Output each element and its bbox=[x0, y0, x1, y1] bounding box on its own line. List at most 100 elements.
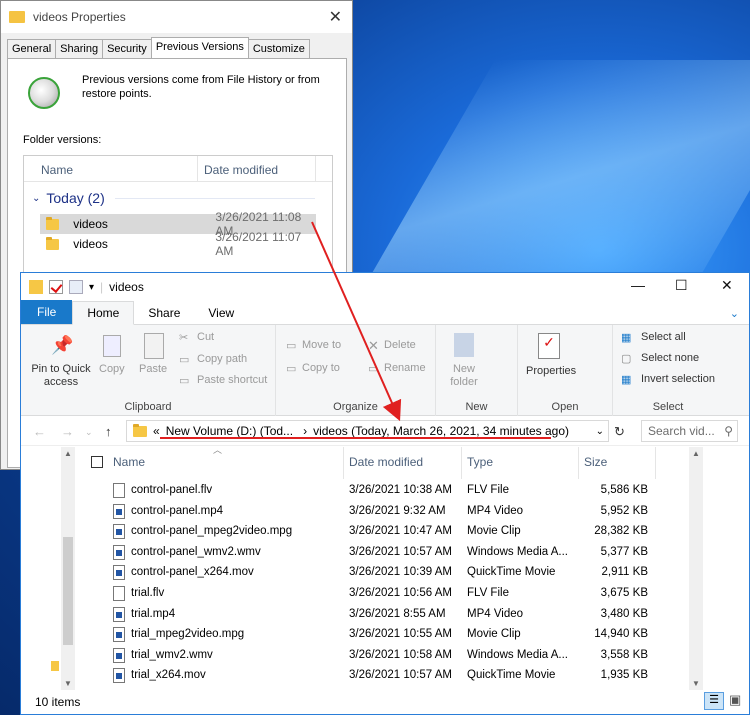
file-size: 1,935 KB bbox=[600, 669, 648, 682]
properties-close-button[interactable]: ✕ bbox=[329, 7, 342, 27]
copy-to-button[interactable]: Copy to bbox=[302, 362, 340, 374]
status-bar: 10 items ☰ ▣ bbox=[21, 690, 749, 714]
new-folder-button[interactable]: New folder bbox=[446, 363, 482, 389]
tab-general[interactable]: General bbox=[7, 39, 57, 59]
tab-customize[interactable]: Customize bbox=[247, 39, 310, 59]
search-input[interactable]: Search vid... ⚲ bbox=[641, 420, 738, 442]
file-row[interactable]: control-panel_mpeg2video.mpg 3/26/2021 10… bbox=[83, 522, 687, 542]
address-bar[interactable]: « New Volume (D:) (Tod... › videos (Toda… bbox=[126, 420, 609, 442]
cut-icon: ✂ bbox=[179, 332, 189, 344]
invert-selection-button[interactable]: Invert selection bbox=[641, 373, 715, 385]
tab-file[interactable]: File bbox=[21, 300, 73, 324]
scroll-up-icon[interactable]: ▲ bbox=[692, 449, 700, 458]
file-icon bbox=[113, 483, 125, 498]
copy-button[interactable]: Copy bbox=[99, 363, 125, 375]
file-size: 5,377 KB bbox=[600, 545, 648, 558]
tab-home[interactable]: Home bbox=[72, 301, 135, 325]
file-type: Windows Media A... bbox=[467, 648, 568, 661]
delete-button[interactable]: Delete bbox=[384, 339, 416, 351]
chevron-down-icon[interactable]: ⌄ bbox=[596, 426, 604, 437]
file-row[interactable]: control-panel.flv 3/26/2021 10:38 AM FLV F… bbox=[83, 481, 687, 501]
scroll-up-icon[interactable]: ▲ bbox=[64, 449, 72, 458]
minimize-button[interactable]: — bbox=[631, 277, 645, 293]
clipboard-group: 📌 Pin to Quick access Copy Paste ✂ Cut ▭… bbox=[21, 325, 276, 416]
select-label: Select bbox=[652, 401, 684, 413]
file-row[interactable]: control-panel.mp4 3/26/2021 9:32 AM MP4 Vi… bbox=[83, 502, 687, 522]
tab-security[interactable]: Security bbox=[102, 39, 152, 59]
tab-share[interactable]: Share bbox=[134, 302, 194, 324]
close-button[interactable]: ✕ bbox=[721, 277, 733, 294]
select-group: ▦ Select all ▢ Select none ▦ Invert sele… bbox=[613, 325, 723, 416]
select-all-checkbox[interactable] bbox=[91, 456, 103, 468]
col-name[interactable]: Name bbox=[113, 455, 145, 469]
properties-quick-icon[interactable] bbox=[49, 280, 63, 294]
file-name: control-panel_wmv2.wmv bbox=[131, 545, 261, 558]
item-count: 10 items bbox=[35, 695, 81, 709]
pin-quick-access-button[interactable]: Pin to Quick access bbox=[27, 363, 95, 389]
versions-col-date[interactable]: Date modified bbox=[204, 163, 278, 177]
scrollbar-thumb[interactable] bbox=[63, 537, 73, 645]
paste-button[interactable]: Paste bbox=[139, 363, 167, 375]
col-type[interactable]: Type bbox=[467, 455, 493, 469]
breadcrumb-current[interactable]: videos (Today, March 26, 2021, 34 minute… bbox=[313, 424, 569, 438]
group-label: Today (2) bbox=[46, 190, 105, 206]
navigation-pane-scrollbar[interactable]: ▲ ▼ bbox=[61, 447, 75, 690]
copy-icon bbox=[103, 335, 121, 357]
file-row[interactable]: trial.mp4 3/26/2021 8:55 AM MP4 Video 3,480… bbox=[83, 605, 687, 625]
move-to-button[interactable]: Move to bbox=[302, 339, 341, 351]
breadcrumb-drive[interactable]: New Volume (D:) (Tod... bbox=[166, 424, 293, 438]
file-row[interactable]: trial_wmv2.wmv 3/26/2021 10:58 AM Windows … bbox=[83, 646, 687, 666]
up-arrow-icon[interactable]: ↑ bbox=[105, 424, 112, 439]
file-name: trial.flv bbox=[131, 587, 165, 599]
move-to-icon: ▭ bbox=[286, 340, 297, 352]
select-all-button[interactable]: Select all bbox=[641, 331, 686, 343]
file-row[interactable]: trial_mpeg2video.mpg 3/26/2021 10:55 AM Mo… bbox=[83, 625, 687, 645]
col-size[interactable]: Size bbox=[584, 455, 607, 469]
tab-previous-versions[interactable]: Previous Versions bbox=[150, 37, 249, 59]
versions-header: Name Date modified bbox=[24, 156, 332, 182]
customize-quick-access-icon[interactable]: ▾ bbox=[89, 282, 94, 293]
refresh-icon[interactable]: ↻ bbox=[614, 424, 625, 440]
file-row[interactable]: trial_x264.mov 3/26/2021 10:57 AM QuickTim… bbox=[83, 666, 687, 686]
maximize-button[interactable]: ☐ bbox=[675, 277, 688, 294]
recent-chevron-icon[interactable]: ⌄ bbox=[85, 427, 93, 438]
ribbon-expand-icon[interactable]: ⌄ bbox=[720, 303, 749, 324]
address-bar-row: ← → ⌄ ↑ « New Volume (D:) (Tod... › vide… bbox=[21, 416, 749, 446]
file-row[interactable]: control-panel_wmv2.wmv 3/26/2021 10:57 AM… bbox=[83, 543, 687, 563]
versions-col-name[interactable]: Name bbox=[41, 163, 73, 177]
tab-sharing[interactable]: Sharing bbox=[55, 39, 104, 59]
file-type: FLV File bbox=[467, 587, 509, 599]
select-none-button[interactable]: Select none bbox=[641, 352, 699, 364]
address-overflow[interactable]: « bbox=[153, 424, 160, 438]
scroll-down-icon[interactable]: ▼ bbox=[64, 679, 72, 688]
large-icons-view-icon[interactable]: ▣ bbox=[729, 692, 741, 708]
versions-group-today[interactable]: ⌄ Today (2) bbox=[32, 190, 315, 206]
file-list-header: ︿ Name Date modified Type Size bbox=[83, 445, 687, 479]
col-date-modified[interactable]: Date modified bbox=[349, 455, 423, 469]
copy-path-button[interactable]: Copy path bbox=[197, 353, 247, 365]
cut-button[interactable]: Cut bbox=[197, 331, 214, 343]
scroll-down-icon[interactable]: ▼ bbox=[692, 679, 700, 688]
tab-view[interactable]: View bbox=[194, 302, 248, 324]
paste-shortcut-button[interactable]: Paste shortcut bbox=[197, 374, 267, 386]
properties-icon: ✓ bbox=[538, 333, 560, 359]
new-label: New bbox=[465, 401, 488, 413]
video-file-icon bbox=[113, 503, 125, 519]
version-row[interactable]: videos 3/26/2021 11:07 AM bbox=[40, 230, 316, 258]
folder-versions-label: Folder versions: bbox=[23, 134, 102, 146]
properties-titlebar: videos Properties ✕ bbox=[1, 1, 352, 33]
new-folder-quick-icon[interactable] bbox=[69, 280, 83, 294]
file-size: 3,480 KB bbox=[600, 607, 648, 620]
folder-icon bbox=[9, 11, 25, 23]
forward-arrow-icon[interactable]: → bbox=[61, 424, 74, 439]
rename-button[interactable]: Rename bbox=[384, 362, 426, 374]
details-view-icon[interactable]: ☰ bbox=[704, 692, 724, 710]
back-arrow-icon[interactable]: ← bbox=[33, 424, 46, 439]
file-row[interactable]: trial.flv 3/26/2021 10:56 AM FLV File 3,675… bbox=[83, 584, 687, 604]
file-date: 3/26/2021 10:38 AM bbox=[349, 484, 452, 496]
properties-button[interactable]: Properties bbox=[526, 365, 576, 377]
file-row[interactable]: control-panel_x264.mov 3/26/2021 10:39 AM… bbox=[83, 563, 687, 583]
folder-icon bbox=[29, 280, 43, 294]
file-icon bbox=[113, 586, 125, 601]
file-list-scrollbar[interactable]: ▲ ▼ bbox=[689, 447, 703, 690]
